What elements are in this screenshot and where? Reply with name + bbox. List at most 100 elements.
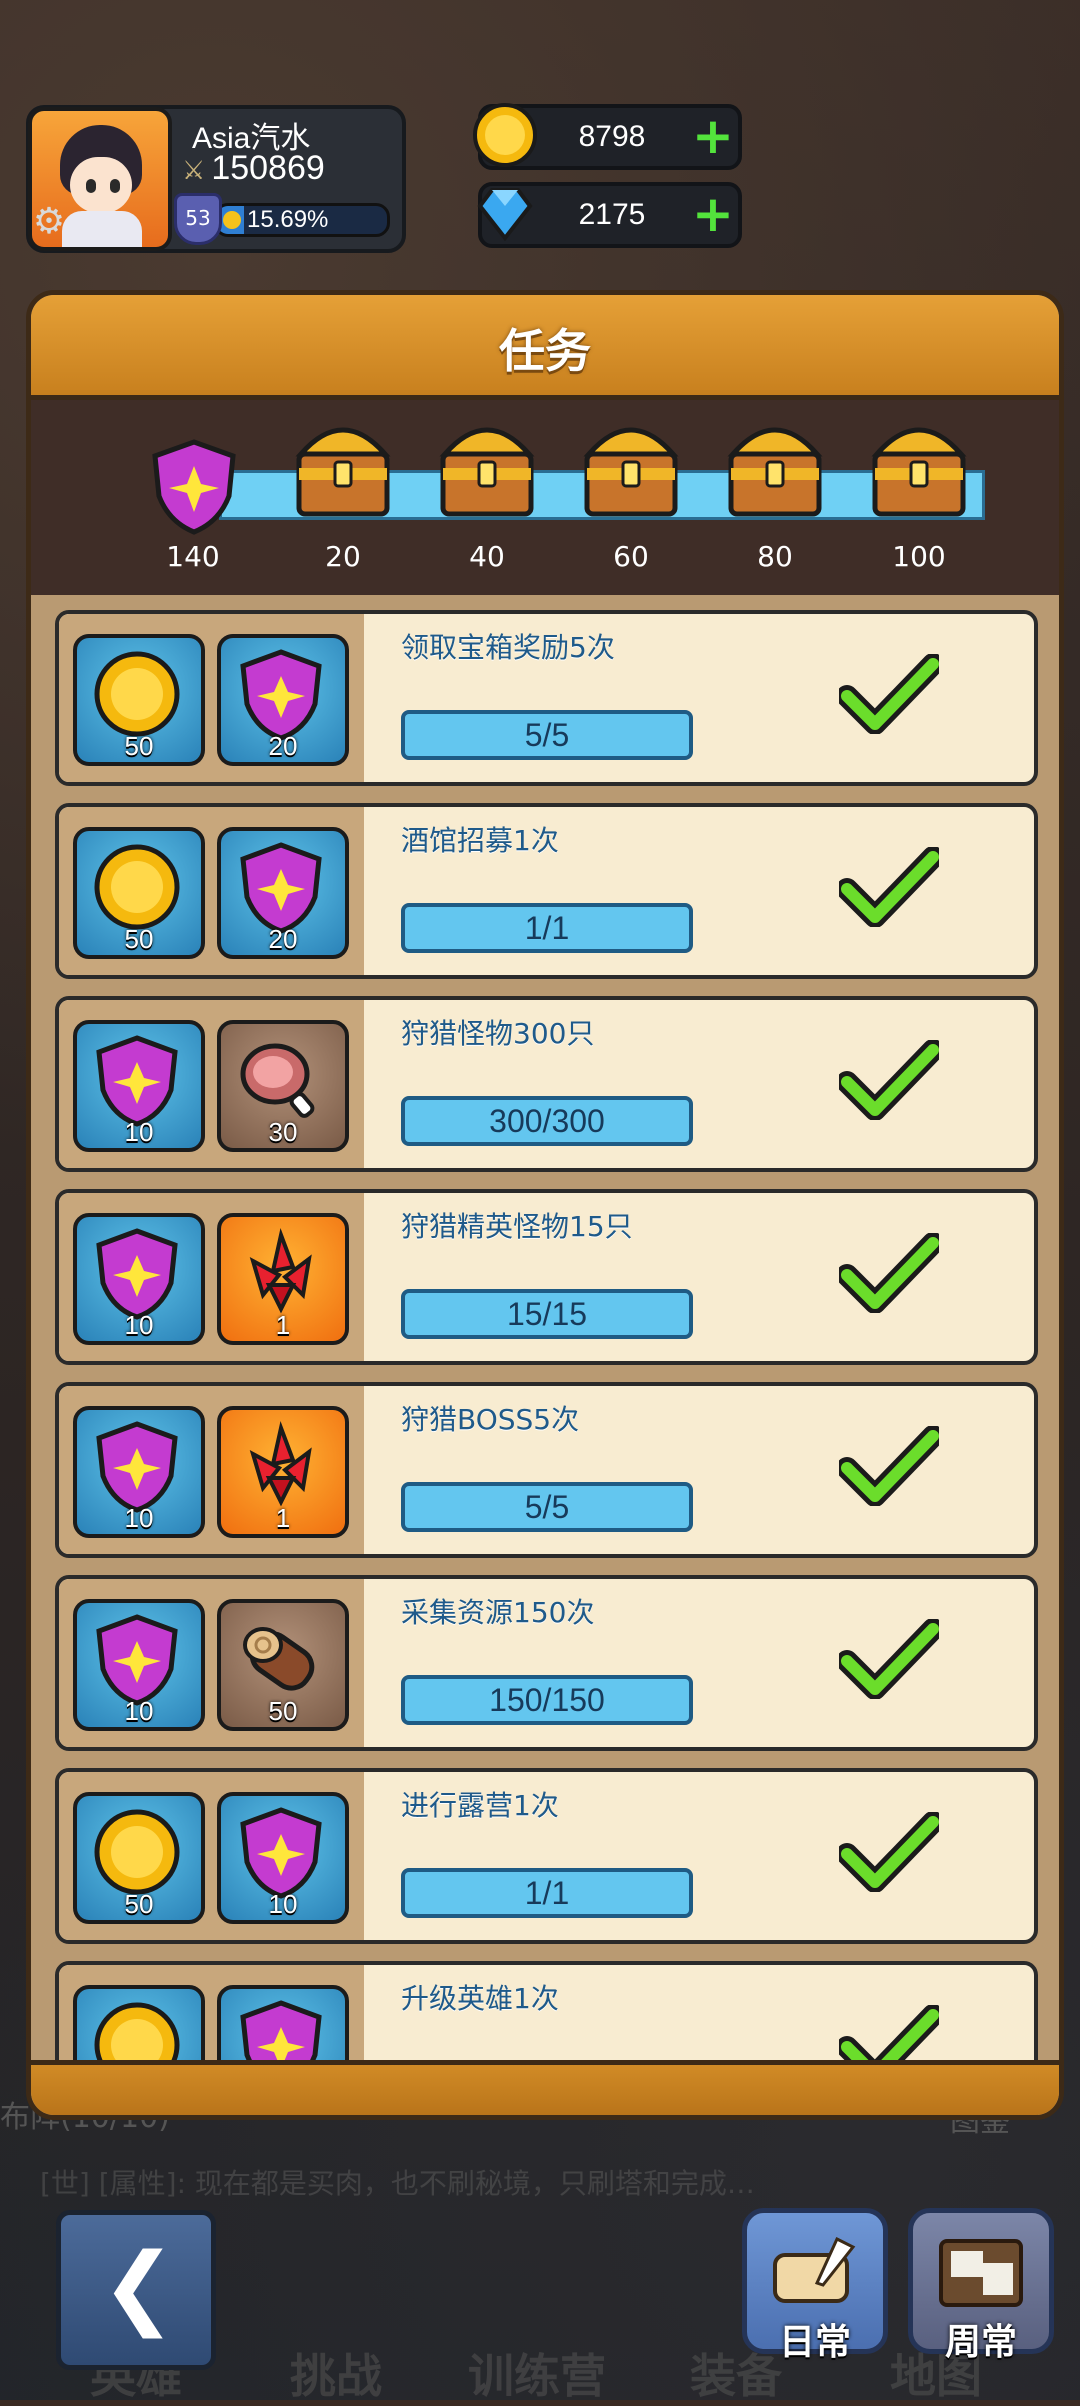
xp-coin-icon — [223, 211, 241, 229]
combat-power: ⚔ 150869 — [182, 149, 325, 188]
activity-gem-icon — [96, 1421, 178, 1513]
task-title: 狩猎怪物300只 — [401, 1017, 595, 1050]
nav-training: 训练营 — [468, 2349, 606, 2403]
task-title: 升级英雄1次 — [401, 1982, 559, 2015]
scroll-quill-icon — [773, 2236, 856, 2303]
task-row[interactable]: 50 10 进行露营1次 1/1 — [55, 1768, 1038, 1944]
milestone-label: 20 — [325, 540, 361, 573]
settings-gear-icon[interactable]: ⚙ — [32, 201, 70, 243]
weekly-tasks-label: 周常 — [944, 2322, 1017, 2363]
task-title: 进行露营1次 — [401, 1789, 559, 1822]
reward-count: 10 — [124, 1117, 154, 1147]
player-profile-card[interactable]: ⚙ Asia汽水 ⚔ 150869 15.69% 53 — [26, 105, 406, 253]
task-progress-text: 1/1 — [524, 910, 570, 946]
add-gold-button[interactable]: + — [690, 111, 736, 161]
completed-check-icon — [836, 1425, 944, 1507]
reward-item[interactable]: 50 — [73, 1792, 205, 1924]
player-avatar[interactable]: ⚙ — [28, 107, 172, 251]
reward-item[interactable]: 20 — [217, 634, 349, 766]
activity-gem-icon — [240, 1807, 322, 1899]
chest-icon[interactable] — [867, 410, 971, 520]
task-progress-bar: 1/1 — [401, 1868, 693, 1918]
task-progress-bar: 15/15 — [401, 1289, 693, 1339]
notice-board-icon — [939, 2239, 1023, 2307]
daily-tasks-label: 日常 — [778, 2322, 851, 2363]
completed-check-icon — [836, 1039, 944, 1121]
reward-item[interactable]: 20 — [217, 827, 349, 959]
reward-count: 1 — [275, 1503, 291, 1533]
reward-count: 20 — [268, 924, 298, 954]
reward-item[interactable]: 1 — [217, 1406, 349, 1538]
reward-item[interactable]: 1 — [217, 1213, 349, 1345]
task-progress-bar: 300/300 — [401, 1096, 693, 1146]
reward-item[interactable]: 30 — [217, 1020, 349, 1152]
chest-icon[interactable] — [579, 410, 683, 520]
reward-item[interactable]: 50 — [217, 1599, 349, 1731]
reward-count: 10 — [124, 1310, 154, 1340]
task-row[interactable]: 10 1 狩猎BOSS5次 5/5 — [55, 1382, 1038, 1558]
reward-count: 50 — [124, 731, 154, 761]
reward-count: 30 — [268, 1117, 298, 1147]
milestone-label: 60 — [613, 540, 649, 573]
reward-item[interactable]: 10 — [73, 1406, 205, 1538]
task-panel-footer — [31, 2060, 1059, 2115]
completed-check-icon — [836, 1618, 944, 1700]
diamond-amount: 2175 — [578, 198, 646, 231]
reward-item[interactable]: 50 — [73, 827, 205, 959]
task-row[interactable]: 10 1 狩猎精英怪物15只 15/15 — [55, 1189, 1038, 1365]
activity-gem-icon — [96, 1228, 178, 1320]
gold-coin-icon — [94, 1809, 180, 1895]
gold-amount: 8798 — [578, 120, 646, 153]
task-panel-title: 任务 — [499, 324, 591, 378]
player-level-badge: 53 — [174, 193, 222, 245]
back-arrow-icon: ❮ — [101, 2234, 177, 2339]
gold-counter: 8798 + — [473, 103, 742, 170]
activity-gem-icon — [240, 842, 322, 934]
task-progress-text: 5/5 — [524, 1489, 570, 1525]
reward-count: 10 — [124, 1696, 154, 1726]
reward-item[interactable]: 10 — [73, 1020, 205, 1152]
reward-count: 50 — [268, 1696, 298, 1726]
completed-check-icon — [836, 1232, 944, 1314]
reward-item[interactable]: 10 — [73, 1213, 205, 1345]
daily-tasks-button[interactable]: 日常 — [742, 2208, 888, 2363]
task-title: 采集资源150次 — [401, 1596, 595, 1629]
task-row[interactable]: 50 20 酒馆招募1次 1/1 — [55, 803, 1038, 979]
task-progress-text: 5/5 — [524, 717, 570, 753]
red-crystal-icon — [249, 1420, 312, 1507]
reward-item[interactable]: 10 — [217, 1792, 349, 1924]
task-progress-bar: 5/5 — [401, 710, 693, 760]
world-chat-line[interactable]: [世] [属性]: 现在都是买肉，也不刷秘境，只刷塔和完成… — [40, 2162, 1040, 2208]
diamond-icon — [477, 188, 533, 242]
back-button[interactable]: ❮ — [56, 2210, 216, 2370]
crossed-swords-icon: ⚔ — [182, 155, 206, 185]
milestone-label: 100 — [892, 540, 946, 573]
gold-coin-icon — [473, 103, 537, 167]
chest-icon[interactable] — [435, 410, 539, 520]
meat-icon — [240, 1043, 315, 1118]
reward-count: 10 — [124, 1503, 154, 1533]
reward-item[interactable]: 10 — [73, 1599, 205, 1731]
weekly-tasks-button[interactable]: 周常 — [908, 2208, 1054, 2363]
reward-count: 50 — [124, 1889, 154, 1919]
task-title: 领取宝箱奖励5次 — [401, 631, 615, 664]
task-panel-header: 任务 — [31, 295, 1059, 400]
reward-item[interactable]: 50 — [73, 634, 205, 766]
activity-gem-icon — [240, 649, 322, 741]
completed-check-icon — [836, 653, 944, 735]
task-row[interactable]: 50 20 领取宝箱奖励5次 5/5 — [55, 610, 1038, 786]
milestone-label: 80 — [757, 540, 793, 573]
gold-coin-icon — [94, 844, 180, 930]
chest-icon[interactable] — [723, 410, 827, 520]
task-progress-text: 1/1 — [524, 1875, 570, 1911]
wood-log-icon — [243, 1627, 315, 1691]
task-title: 狩猎BOSS5次 — [401, 1403, 580, 1436]
task-row[interactable]: 10 50 采集资源150次 150/150 — [55, 1575, 1038, 1751]
red-crystal-icon — [249, 1227, 312, 1314]
task-progress-text: 150/150 — [489, 1682, 605, 1718]
xp-bar: 15.69% — [214, 203, 390, 237]
activity-gem-icon — [96, 1035, 178, 1127]
task-row[interactable]: 10 30 狩猎怪物300只 300/300 — [55, 996, 1038, 1172]
chest-icon[interactable] — [291, 410, 395, 520]
add-diamond-button[interactable]: + — [690, 189, 736, 239]
